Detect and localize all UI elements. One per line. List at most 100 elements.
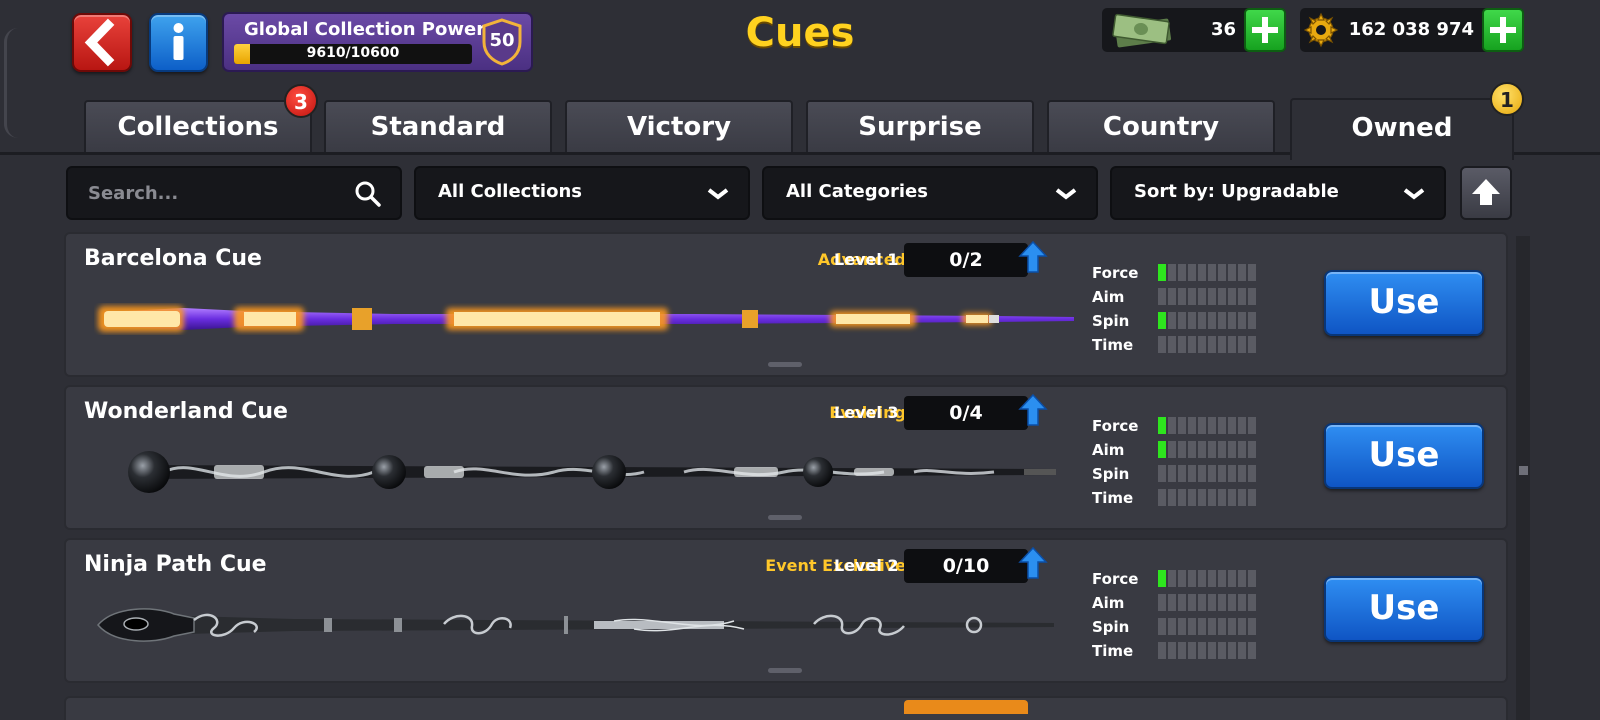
row-drag-handle[interactable]: [768, 515, 802, 520]
stat-label: Time: [1092, 336, 1134, 354]
force-bar: [1158, 570, 1256, 587]
spin-bar-segment: [1198, 618, 1206, 635]
force-bar-segment: [1168, 570, 1176, 587]
add-cash-button[interactable]: [1244, 8, 1286, 52]
plus-icon: [1252, 17, 1278, 43]
spin-bar-segment: [1248, 618, 1256, 635]
arrow-up-icon: [1018, 393, 1048, 426]
scrollbar-track[interactable]: [1516, 236, 1530, 720]
aim-bar-segment: [1158, 594, 1166, 611]
force-bar: [1158, 417, 1256, 434]
chevron-down-icon: [1403, 188, 1425, 200]
tab-surprise[interactable]: Surprise: [806, 100, 1034, 152]
info-button[interactable]: [149, 13, 208, 72]
aim-bar-segment: [1168, 441, 1176, 458]
aim-bar-segment: [1208, 594, 1216, 611]
use-cue-button[interactable]: Use: [1324, 423, 1484, 489]
aim-bar-segment: [1218, 441, 1226, 458]
spin-bar-segment: [1168, 618, 1176, 635]
aim-bar-segment: [1208, 441, 1216, 458]
tab-label: Victory: [626, 112, 732, 142]
time-bar-segment: [1178, 642, 1186, 659]
spin-bar-segment: [1238, 312, 1246, 329]
stat-label: Spin: [1092, 312, 1130, 330]
stat-label: Spin: [1092, 465, 1130, 483]
spin-bar-segment: [1188, 618, 1196, 635]
global-collection-power-panel[interactable]: Global Collection Power 9610/10600 50: [222, 12, 533, 72]
force-bar-segment: [1158, 264, 1166, 281]
force-bar-segment: [1198, 417, 1206, 434]
arrow-up-icon: [1472, 179, 1500, 205]
gcp-title: Global Collection Power: [244, 19, 486, 40]
sort-dropdown-value: Sort by: Upgradable: [1134, 181, 1339, 202]
spin-bar-segment: [1218, 465, 1226, 482]
spin-bar-segment: [1208, 312, 1216, 329]
force-bar-segment: [1188, 570, 1196, 587]
cue-row[interactable]: Wonderland Cue Evolving Level 3 0/4 Forc…: [64, 385, 1508, 530]
cue-level: Level 2: [834, 556, 899, 575]
spin-bar: [1158, 312, 1256, 329]
time-bar: [1158, 642, 1256, 659]
spin-bar-segment: [1218, 618, 1226, 635]
sort-direction-button[interactable]: [1460, 166, 1512, 220]
aim-bar-segment: [1208, 288, 1216, 305]
gcp-progress-value: 9610/10600: [306, 45, 400, 61]
time-bar-segment: [1228, 642, 1236, 659]
category-dropdown-value: All Categories: [786, 181, 928, 202]
cue-row[interactable]: Barcelona Cue Advanced Level 1 0/2 Force…: [64, 232, 1508, 377]
use-cue-button[interactable]: Use: [1324, 576, 1484, 642]
search-icon[interactable]: [354, 180, 382, 208]
force-bar-segment: [1178, 264, 1186, 281]
row-drag-handle[interactable]: [768, 668, 802, 673]
tab-victory[interactable]: Victory: [565, 100, 793, 152]
spin-bar-segment: [1158, 312, 1166, 329]
use-cue-button[interactable]: Use: [1324, 270, 1484, 336]
cue-row-partial[interactable]: [64, 696, 1508, 720]
back-button[interactable]: [72, 13, 132, 72]
spin-bar-segment: [1158, 465, 1166, 482]
category-dropdown[interactable]: All Categories: [762, 166, 1098, 220]
tab-label: Country: [1102, 112, 1220, 142]
cash-icon: [1112, 13, 1172, 48]
sort-dropdown[interactable]: Sort by: Upgradable: [1110, 166, 1446, 220]
coins-value: 162 038 974: [1348, 19, 1474, 40]
scrollbar-thumb[interactable]: [1519, 466, 1528, 475]
aim-bar-segment: [1188, 594, 1196, 611]
edge-arc-decoration: [4, 28, 18, 138]
stat-label: Time: [1092, 489, 1134, 507]
spin-bar-segment: [1158, 618, 1166, 635]
aim-bar-segment: [1228, 288, 1236, 305]
tab-owned[interactable]: Owned: [1290, 98, 1514, 160]
aim-bar-segment: [1238, 441, 1246, 458]
gcp-level-badge: 50: [481, 18, 523, 66]
force-bar-segment: [1188, 417, 1196, 434]
time-bar-segment: [1168, 642, 1176, 659]
search-box[interactable]: [66, 166, 402, 220]
spin-bar-segment: [1188, 312, 1196, 329]
time-bar-segment: [1208, 642, 1216, 659]
aim-bar-segment: [1188, 288, 1196, 305]
tab-collections[interactable]: Collections: [84, 100, 312, 152]
time-bar-segment: [1158, 642, 1166, 659]
page-title: Cues: [745, 10, 855, 56]
row-drag-handle[interactable]: [768, 362, 802, 367]
chevron-left-icon: [84, 18, 115, 67]
aim-bar-segment: [1218, 594, 1226, 611]
tab-label: Standard: [370, 112, 506, 142]
add-coins-button[interactable]: [1482, 8, 1524, 52]
time-bar-segment: [1178, 489, 1186, 506]
cash-value: 36: [1210, 19, 1236, 40]
stat-label: Aim: [1092, 594, 1125, 612]
cue-level: Level 1: [834, 250, 899, 269]
force-bar-segment: [1208, 417, 1216, 434]
time-bar-segment: [1238, 642, 1246, 659]
force-bar-segment: [1238, 570, 1246, 587]
cue-upgrade-progress: 0/10: [904, 549, 1028, 583]
arrow-up-icon: [1018, 546, 1048, 579]
tab-standard[interactable]: Standard: [324, 100, 552, 152]
cue-row[interactable]: Ninja Path Cue Event Exclusive Level 2 0…: [64, 538, 1508, 683]
tab-country[interactable]: Country: [1047, 100, 1275, 152]
cash-counter: 36: [1102, 8, 1286, 52]
search-input[interactable]: [88, 178, 338, 208]
collection-dropdown[interactable]: All Collections: [414, 166, 750, 220]
